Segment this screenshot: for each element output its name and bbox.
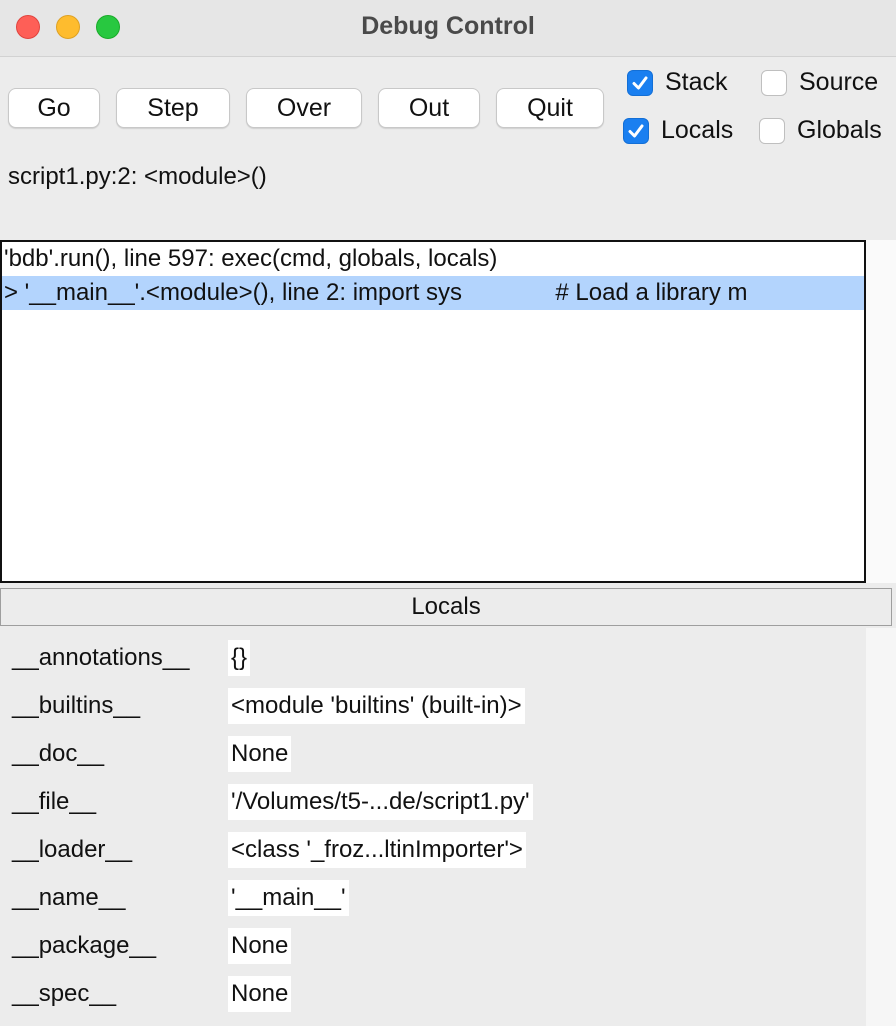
stack-checkbox[interactable]: Stack — [627, 68, 728, 97]
variable-name: __loader__ — [12, 836, 133, 863]
unchecked-box-icon — [761, 69, 787, 96]
variable-name: __name__ — [12, 884, 126, 911]
locals-panel: __annotations__ {} __builtins__ <module … — [0, 628, 866, 1026]
quit-button[interactable]: Quit — [496, 88, 604, 128]
variable-value[interactable]: '__main__' — [228, 880, 349, 916]
variable-value[interactable]: <module 'builtins' (built-in)> — [228, 688, 525, 724]
step-button[interactable]: Step — [116, 88, 230, 128]
source-checkbox-label: Source — [799, 68, 879, 96]
variable-value[interactable]: <class '_froz...ltinImporter'> — [228, 832, 526, 868]
stack-checkbox-label: Stack — [665, 68, 728, 96]
unchecked-box-icon — [759, 117, 785, 144]
variable-name: __doc__ — [12, 740, 105, 767]
stack-frame[interactable]: 'bdb'.run(), line 597: exec(cmd, globals… — [2, 242, 864, 276]
over-button[interactable]: Over — [246, 88, 362, 128]
globals-checkbox-label: Globals — [797, 116, 882, 144]
title-bar: Debug Control — [0, 0, 896, 57]
variable-value[interactable]: None — [228, 928, 292, 964]
checkmark-icon — [623, 117, 649, 144]
go-button[interactable]: Go — [8, 88, 100, 128]
variable-value[interactable]: {} — [228, 640, 251, 676]
out-button[interactable]: Out — [378, 88, 480, 128]
variable-name: __annotations__ — [12, 644, 190, 671]
source-checkbox[interactable]: Source — [761, 68, 878, 97]
status-line: script1.py:2: <module>() — [8, 163, 267, 190]
variable-value[interactable]: None — [228, 976, 292, 1012]
variable-name: __spec__ — [12, 980, 117, 1007]
globals-checkbox[interactable]: Globals — [759, 116, 882, 145]
window-title: Debug Control — [361, 12, 535, 40]
checkmark-icon — [627, 69, 653, 96]
variable-name: __file__ — [12, 788, 97, 815]
locals-checkbox-label: Locals — [661, 116, 734, 144]
variable-value[interactable]: None — [228, 736, 292, 772]
variable-name: __package__ — [12, 932, 157, 959]
locals-header: Locals — [0, 588, 892, 626]
variable-name: __builtins__ — [12, 692, 141, 719]
locals-scrollbar[interactable] — [866, 628, 896, 1026]
stack-list[interactable]: 'bdb'.run(), line 597: exec(cmd, globals… — [0, 240, 866, 583]
locals-checkbox[interactable]: Locals — [623, 116, 733, 145]
variable-value[interactable]: '/Volumes/t5-...de/script1.py' — [228, 784, 533, 820]
stack-frame-selected[interactable]: > '__main__'.<module>(), line 2: import … — [2, 276, 864, 310]
stack-scrollbar[interactable] — [866, 240, 896, 583]
